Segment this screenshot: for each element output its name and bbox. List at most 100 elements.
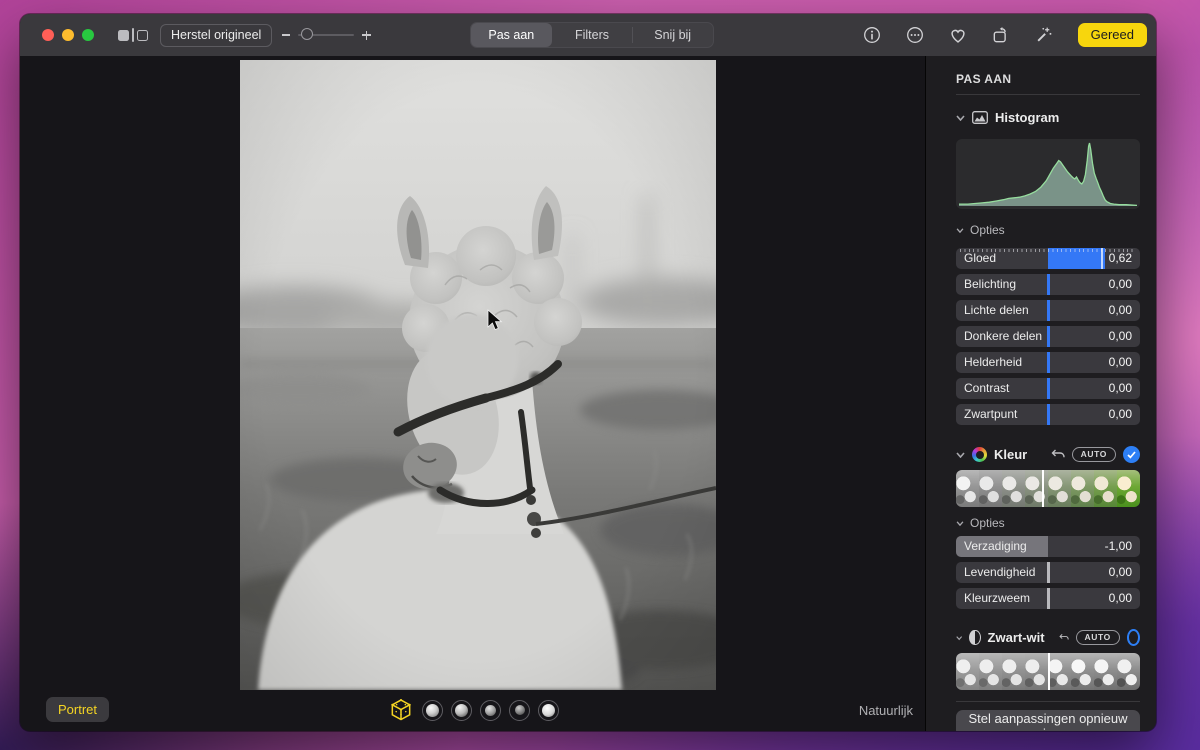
auto-badge[interactable]: AUTO (1072, 447, 1116, 462)
zoom-out-icon[interactable] (282, 34, 290, 36)
histogram-options-toggle[interactable]: Opties (956, 223, 1140, 237)
slider-label: Contrast (964, 378, 1009, 399)
high-key-light-option[interactable] (538, 700, 559, 721)
slider-value: 0,00 (1109, 562, 1132, 583)
strip-thumbnail (979, 653, 1002, 690)
bw-enabled-checkbox[interactable] (1127, 629, 1140, 646)
reset-adjustments-button[interactable]: Stel aanpassingen opnieuw in (956, 710, 1140, 731)
undo-icon[interactable] (1059, 632, 1069, 643)
editor-canvas: Portret (20, 56, 925, 731)
options-label: Opties (970, 516, 1005, 530)
slider-row[interactable]: Verzadiging-1,00 (956, 536, 1140, 557)
window-controls (42, 29, 94, 41)
auto-badge[interactable]: AUTO (1076, 630, 1120, 645)
slider-label: Kleurzweem (964, 588, 1030, 609)
color-options-toggle[interactable]: Opties (956, 516, 1140, 530)
black-white-icon (969, 630, 980, 645)
histogram-section-header[interactable]: Histogram (956, 109, 1140, 126)
minimize-button[interactable] (62, 29, 74, 41)
portrait-badge[interactable]: Portret (46, 697, 109, 722)
info-icon[interactable] (863, 26, 881, 44)
stage-light-option[interactable] (480, 700, 501, 721)
slider-row[interactable]: Levendigheid 0,00 (956, 562, 1140, 583)
chevron-down-icon (956, 228, 964, 233)
color-section-header[interactable]: Kleur AUTO (956, 446, 1140, 463)
rotate-icon[interactable] (992, 26, 1010, 44)
section-title: Kleur (994, 447, 1027, 462)
light-sliders: Gloed0,62Belichting0,00Lichte delen0,00D… (956, 248, 1140, 425)
compare-view-icon[interactable] (118, 28, 148, 42)
favorite-heart-icon[interactable] (949, 27, 967, 44)
section-title: Histogram (995, 110, 1059, 125)
slider-row[interactable]: Kleurzweem 0,00 (956, 588, 1140, 609)
close-button[interactable] (42, 29, 54, 41)
color-wheel-icon (972, 447, 987, 462)
strip-thumbnail (1048, 653, 1071, 690)
photo-alpaca (240, 60, 716, 690)
outline-square-icon (137, 30, 148, 41)
bw-section-header[interactable]: Zwart-wit AUTO (956, 629, 1140, 646)
strip-thumbnail (1071, 470, 1094, 507)
slider-label: Lichte delen (964, 300, 1029, 321)
stage-light-mono-option[interactable] (509, 700, 530, 721)
undo-icon[interactable] (1051, 449, 1065, 460)
options-label: Opties (970, 223, 1005, 237)
auto-enhance-wand-icon[interactable] (1035, 26, 1053, 44)
strip-thumbnail (1002, 653, 1025, 690)
chevron-down-icon (956, 635, 962, 641)
slider-value: 0,00 (1109, 300, 1132, 321)
slider-row[interactable]: Belichting0,00 (956, 274, 1140, 295)
slider-row[interactable]: Gloed0,62 (956, 248, 1140, 269)
color-enabled-checkbox[interactable] (1123, 446, 1140, 463)
edit-mode-tabs: Pas aanFiltersSnij bij (470, 22, 714, 48)
slider-value: 0,00 (1109, 588, 1132, 609)
more-options-icon[interactable] (906, 26, 924, 44)
adjust-sidebar[interactable]: PAS AAN Histogram Opties Gloed0,62 Belich… (925, 56, 1156, 731)
slider-value: 0,00 (1109, 326, 1132, 347)
desktop-wallpaper: Herstel origineel Pas aanFiltersSnij bij (0, 0, 1200, 750)
restore-original-button[interactable]: Herstel origineel (160, 24, 272, 47)
slider-value: 0,00 (1109, 404, 1132, 425)
strip-thumbnail (1025, 653, 1048, 690)
section-title: Zwart-wit (988, 630, 1045, 645)
color-intensity-strip[interactable] (956, 470, 1140, 507)
lighting-name-label: Natuurlijk (859, 703, 913, 718)
histogram-chart (956, 139, 1140, 209)
studio-light-option[interactable] (422, 700, 443, 721)
strip-thumbnail (1025, 470, 1048, 507)
strip-thumbnail (956, 470, 979, 507)
slider-label: Helderheid (964, 352, 1022, 373)
fullscreen-button[interactable] (82, 29, 94, 41)
slider-row[interactable]: Lichte delen 0,00 (956, 300, 1140, 321)
slider-value: 0,00 (1109, 352, 1132, 373)
slider-row[interactable]: Contrast 0,00 (956, 378, 1140, 399)
slider-label: Levendigheid (964, 562, 1035, 583)
portrait-lighting-carousel (388, 696, 559, 724)
done-button[interactable]: Gereed (1078, 23, 1147, 47)
zoom-in-icon[interactable] (362, 31, 371, 40)
tab-snij-bij[interactable]: Snij bij (632, 23, 713, 47)
divider-bar-icon (132, 28, 134, 42)
color-sliders: Verzadiging-1,00Levendigheid0,00Kleurzwe… (956, 536, 1140, 609)
tab-filters[interactable]: Filters (552, 23, 633, 47)
bw-intensity-strip[interactable] (956, 653, 1140, 690)
strip-thumbnail (1117, 470, 1140, 507)
contour-light-option[interactable] (451, 700, 472, 721)
chevron-down-icon (956, 452, 965, 458)
zoom-slider-handle[interactable] (301, 28, 313, 40)
slider-row[interactable]: Donkere delen0,00 (956, 326, 1140, 347)
zoom-slider[interactable] (298, 34, 354, 36)
strip-selection-line (1048, 653, 1050, 690)
sidebar-title: PAS AAN (956, 72, 1140, 86)
strip-thumbnail (956, 653, 979, 690)
strip-thumbnail (1117, 653, 1140, 690)
strip-thumbnail (1094, 653, 1117, 690)
natural-light-cube-icon[interactable] (388, 697, 414, 723)
slider-row[interactable]: Helderheid 0,00 (956, 352, 1140, 373)
strip-thumbnail (1094, 470, 1117, 507)
slider-value: 0,00 (1109, 378, 1132, 399)
titlebar: Herstel origineel Pas aanFiltersSnij bij (20, 14, 1156, 57)
slider-row[interactable]: Zwartpunt0,00 (956, 404, 1140, 425)
chevron-down-icon (956, 115, 965, 121)
tab-pas-aan[interactable]: Pas aan (471, 23, 552, 47)
